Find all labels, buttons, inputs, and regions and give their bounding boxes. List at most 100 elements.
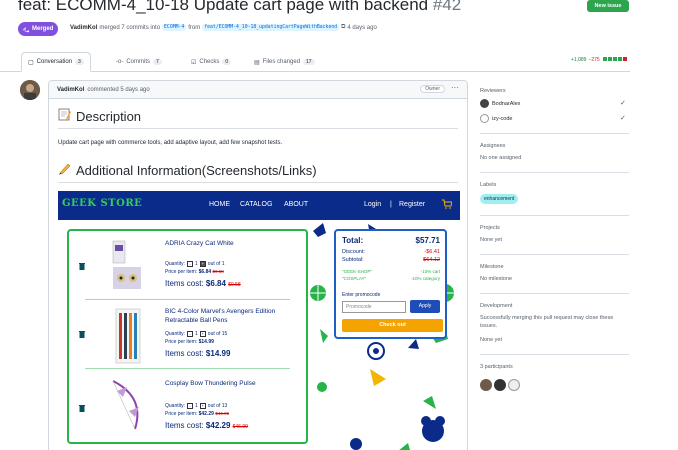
cart-item: BIC 4-Color Marvel's Avengers Edition Re… (69, 301, 306, 373)
promo-code-value: -10% cart (420, 269, 440, 274)
product-image-pens (115, 308, 141, 364)
cart-items-card: ADRIA Crazy Cat White Quantity: - 1 + ou… (67, 229, 308, 444)
heading-divider (58, 182, 458, 183)
items-cost: Items cost: $42.29 $46.99 (165, 421, 248, 430)
decrease-button[interactable]: - (187, 331, 194, 337)
discount-row: Discount: -$6.41 (342, 249, 440, 255)
quantity-label: Quantity: (165, 403, 186, 409)
description-text: Update cart page with commerce tools, ad… (58, 140, 283, 146)
development-title: Development (480, 303, 513, 309)
quantity-stepper: Quantity: - 1 + out of 15 (165, 331, 227, 337)
comment-author[interactable]: VadimKol (57, 87, 84, 93)
total-row: Total: $57.71 (342, 236, 440, 245)
pr-number: #42 (432, 0, 462, 14)
conversation-icon: ▢ (28, 59, 34, 66)
price-label: Price per item: (165, 411, 198, 417)
price-per-item: Price per item: $42.29 $46.99 (165, 411, 229, 417)
decrease-button[interactable]: - (187, 261, 194, 267)
tab-count: 7 (153, 59, 162, 65)
increase-button[interactable]: + (199, 403, 206, 409)
diffstat-additions: +1,089 (571, 57, 587, 63)
subtotal-value: $64.12 (423, 257, 440, 263)
assignees-title: Assignees (480, 143, 506, 149)
sidebar-divider (480, 293, 629, 294)
subtotal-label: Subtotal: (342, 257, 364, 263)
new-issue-button[interactable]: New issue (587, 0, 629, 12)
pr-title-text: feat: ECOMM-4_10-18 Update cart page wit… (18, 0, 429, 14)
shop-register: Register (399, 201, 426, 208)
avatar[interactable] (494, 379, 506, 391)
memo-icon (58, 108, 71, 124)
tab-checks[interactable]: ☑ Checks 0 (185, 52, 237, 72)
sidebar-divider (480, 254, 629, 255)
product-name: BIC 4-Color Marvel's Avengers Edition Re… (165, 308, 276, 324)
increase-button[interactable]: + (199, 331, 206, 337)
cost-value: $14.99 (205, 349, 231, 358)
labels-title: Labels (480, 182, 497, 188)
old-cost: $46.99 (232, 424, 248, 430)
cost-value: $42.29 (205, 421, 231, 430)
milestone-text: No milestone (480, 276, 513, 282)
cost-label: Items cost: (165, 421, 204, 430)
increase-button[interactable]: + (199, 261, 206, 267)
stock-text: out of 1 (207, 261, 225, 267)
price-value: $14.99 (198, 339, 214, 345)
head-branch[interactable]: feat/ECOMM-4_10-18_updatingCartPageWithB… (202, 24, 340, 31)
tab-commits[interactable]: -o- Commits 7 (110, 52, 168, 72)
approved-check-icon: ✓ (620, 100, 626, 107)
reviewers-title: Reviewers (480, 88, 506, 94)
cart-page-screenshot: GEEK STORE HOME CATALOG ABOUT Login | Re… (58, 191, 460, 450)
label-enhancement[interactable]: enhancement (480, 194, 519, 204)
additional-info-heading: Additional Information(Screenshots/Links… (58, 162, 317, 178)
shop-nav-separator: | (390, 201, 392, 208)
base-branch[interactable]: ECOMM-4 (162, 24, 187, 31)
avatar (480, 99, 489, 108)
pr-author-link[interactable]: VadimKol (70, 25, 97, 31)
promo-applied-row: "COSPLAY" -10% category (342, 276, 440, 281)
price-label: Price per item: (165, 339, 198, 345)
promocode-input[interactable]: Promocode (342, 301, 406, 313)
apply-button[interactable]: Apply (410, 300, 440, 313)
trash-icon[interactable] (78, 330, 86, 338)
avatar[interactable] (508, 379, 520, 391)
reviewer-item[interactable]: izy-code (480, 114, 512, 123)
avatar[interactable] (20, 80, 40, 100)
pr-title: feat: ECOMM-4_10-18 Update cart page wit… (18, 0, 461, 15)
items-cost: Items cost: $14.99 (165, 349, 230, 358)
decrease-button[interactable]: - (187, 403, 194, 409)
shop-nav-about: ABOUT (284, 201, 309, 208)
owner-badge: Owner (420, 85, 445, 93)
checkout-button[interactable]: Check out (342, 319, 443, 332)
approved-check-icon: ✓ (620, 115, 626, 122)
discount-value: -$6.41 (424, 249, 440, 255)
description-heading-text: Description (76, 108, 142, 124)
more-options-icon[interactable]: ··· (451, 83, 459, 92)
order-summary-card: Total: $57.71 Discount: -$6.41 Subtotal:… (334, 229, 447, 339)
reviewer-item[interactable]: BodnarAlex (480, 99, 520, 108)
total-value: $57.71 (415, 236, 440, 245)
copy-icon[interactable]: ⧉ (341, 24, 345, 31)
milestone-title: Milestone (480, 264, 504, 270)
commit-icon: -o- (116, 59, 124, 65)
projects-title: Projects (480, 225, 500, 231)
product-image-bow (112, 380, 139, 430)
old-price: $46.99 (215, 411, 230, 416)
tab-label: Conversation (36, 59, 73, 65)
subtotal-row: Subtotal: $64.12 (342, 257, 440, 263)
promo-code-name: "COSPLAY" (342, 276, 367, 281)
trash-icon[interactable] (78, 262, 86, 270)
heading-divider (58, 128, 458, 129)
tab-conversation[interactable]: ▢ Conversation 3 (21, 52, 91, 72)
avatar[interactable] (480, 379, 492, 391)
trash-icon[interactable] (78, 404, 86, 412)
description-heading: Description (58, 108, 141, 124)
price-value: $6.84 (198, 269, 212, 275)
file-diff-icon: ▤ (254, 59, 260, 66)
comment-header: VadimKol commented 5 days ago (49, 81, 467, 99)
tab-label: Checks (199, 59, 220, 65)
quantity-label: Quantity: (165, 261, 186, 267)
stock-text: out of 15 (207, 331, 228, 337)
sidebar-divider (480, 133, 629, 134)
tab-files-changed[interactable]: ▤ Files changed 17 (248, 52, 321, 72)
price-per-item: Price per item: $6.84 $9.58 (165, 269, 224, 275)
